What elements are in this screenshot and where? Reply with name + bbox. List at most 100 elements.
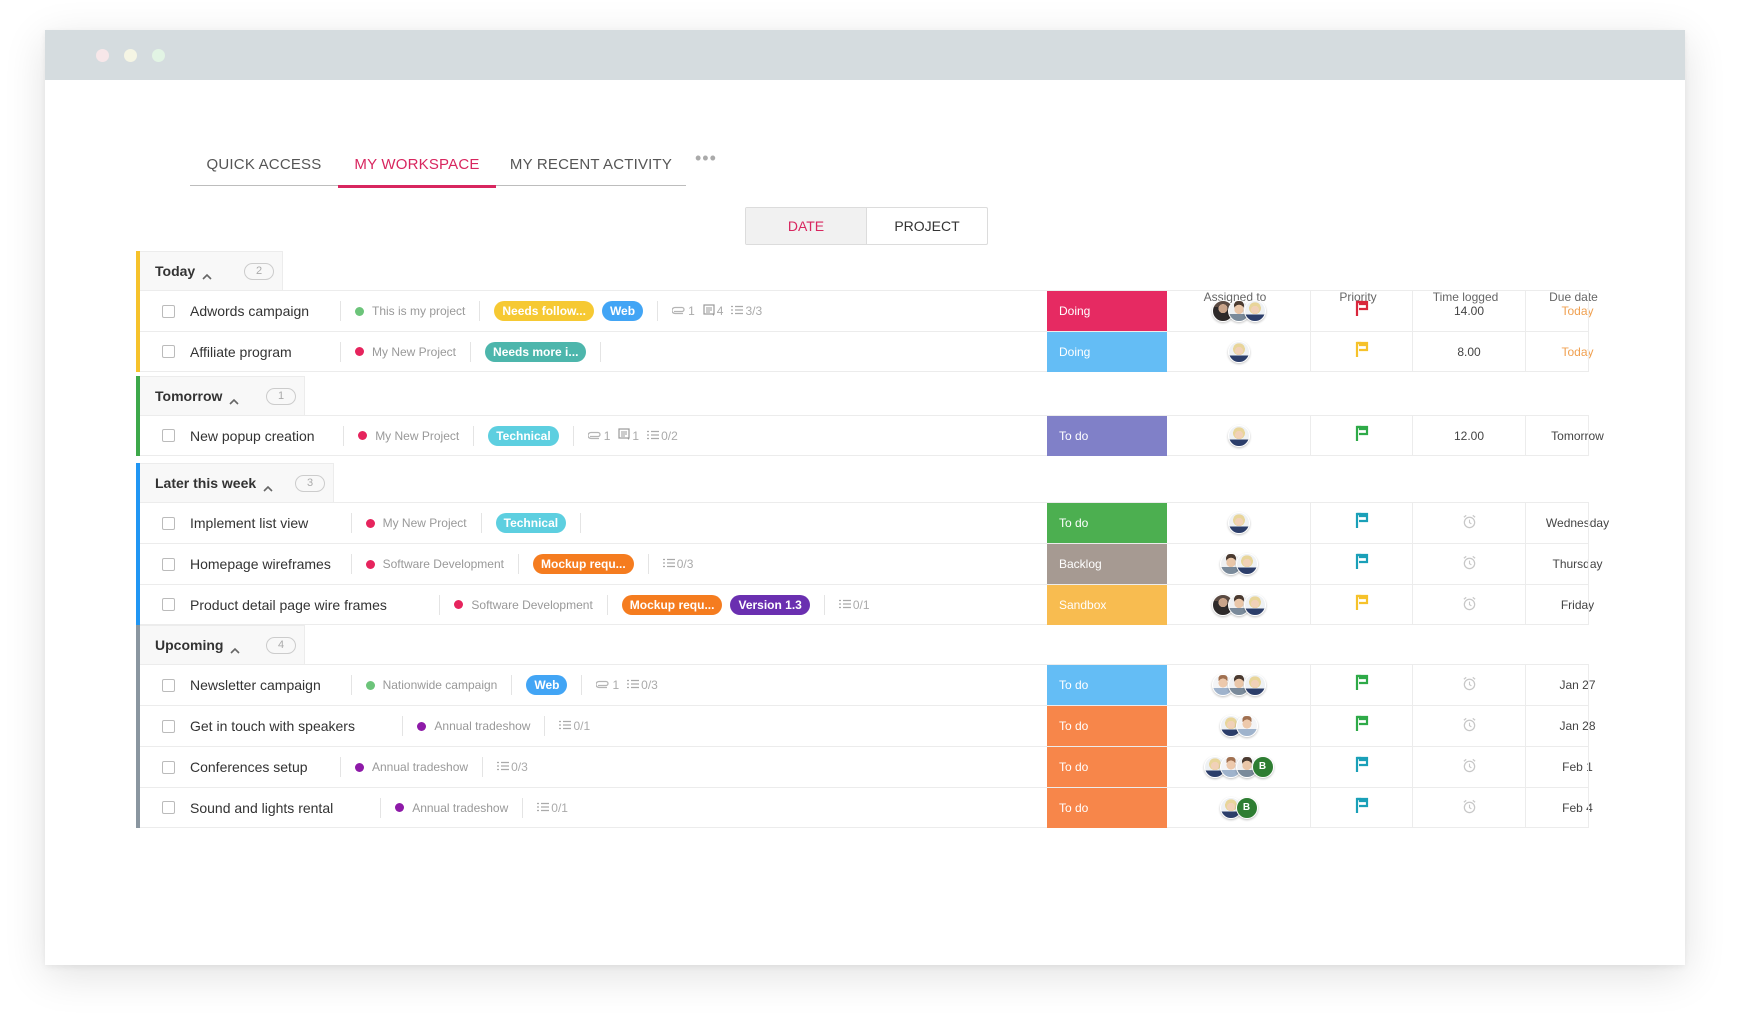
project-link[interactable]: Annual tradeshow (417, 719, 530, 733)
project-link[interactable]: My New Project (358, 429, 459, 443)
task-row[interactable]: Implement list view My New Project Technic… (140, 502, 1609, 543)
time-logged[interactable] (1413, 503, 1526, 543)
more-tabs-icon[interactable]: ••• (695, 148, 717, 169)
group-header[interactable]: Later this week 3 (140, 463, 334, 502)
task-name[interactable]: Product detail page wire frames (190, 597, 387, 613)
checklist-count[interactable]: 3/3 (731, 304, 762, 318)
due-date[interactable]: Jan 27 (1526, 665, 1629, 705)
task-name[interactable]: Newsletter campaign (190, 677, 321, 693)
time-logged[interactable]: 8.00 (1413, 331, 1526, 372)
chevron-up-icon[interactable] (263, 479, 273, 492)
task-name[interactable]: Get in touch with speakers (190, 718, 355, 734)
project-link[interactable]: My New Project (355, 345, 456, 359)
task-name[interactable]: Implement list view (190, 515, 308, 531)
tag-badge[interactable]: Mockup requ... (621, 594, 723, 615)
priority-flag[interactable] (1311, 706, 1413, 746)
task-name[interactable]: Sound and lights rental (190, 800, 333, 816)
status-badge[interactable]: Doing (1047, 291, 1167, 331)
attachments-count[interactable]: 1 (587, 429, 610, 443)
priority-flag[interactable] (1311, 665, 1413, 705)
priority-flag[interactable] (1311, 291, 1413, 331)
chevron-up-icon[interactable] (230, 641, 241, 654)
attachments-count[interactable]: 1 (595, 678, 619, 692)
checklist-count[interactable]: 0/1 (838, 598, 870, 612)
task-checkbox[interactable] (162, 801, 175, 814)
project-link[interactable]: Nationwide campaign (365, 678, 497, 692)
task-row[interactable]: Conferences setup Annual tradeshow 0/3 To d… (140, 746, 1593, 787)
due-date[interactable]: Feb 4 (1526, 788, 1629, 828)
tab-my-workspace[interactable]: MY WORKSPACE (338, 142, 496, 188)
chevron-up-icon[interactable] (202, 267, 212, 280)
time-logged[interactable] (1413, 665, 1526, 705)
checklist-count[interactable]: 0/3 (662, 557, 693, 571)
priority-flag[interactable] (1311, 503, 1413, 543)
group-header[interactable]: Tomorrow 1 (140, 376, 305, 415)
tag-badge[interactable]: Web (601, 301, 644, 321)
group-header[interactable]: Today 2 (140, 251, 283, 290)
time-logged[interactable] (1413, 787, 1526, 828)
checklist-count[interactable]: 0/1 (537, 801, 568, 815)
status-badge[interactable]: To do (1047, 503, 1167, 543)
task-checkbox[interactable] (162, 719, 175, 733)
time-logged[interactable] (1413, 544, 1526, 584)
checklist-count[interactable]: 0/2 (647, 429, 678, 443)
avatar-initial[interactable]: B (1251, 756, 1274, 778)
task-checkbox[interactable] (162, 760, 175, 774)
tag-badge[interactable]: Version 1.3 (730, 594, 810, 615)
tag-badge[interactable]: Needs more i... (485, 341, 587, 362)
task-row[interactable]: Product detail page wire frames Software … (140, 584, 1594, 625)
tag-badge[interactable]: Mockup requ... (533, 554, 634, 574)
avatar[interactable] (1227, 424, 1250, 447)
task-name[interactable]: Affiliate program (190, 344, 292, 360)
avatar[interactable] (1243, 674, 1266, 696)
due-date[interactable]: Feb 1 (1526, 747, 1629, 787)
task-name[interactable]: New popup creation (190, 428, 315, 444)
tab-quick-access[interactable]: QUICK ACCESS (190, 142, 338, 186)
task-row[interactable]: Get in touch with speakers Annual tradesh… (140, 705, 1596, 746)
task-row[interactable]: Adwords campaign This is my project Needs … (140, 290, 1594, 331)
due-date[interactable]: Wednesday (1526, 503, 1629, 543)
view-by-project-button[interactable]: PROJECT (867, 208, 987, 244)
comments-count[interactable]: 4 (703, 303, 723, 319)
avatar[interactable] (1235, 715, 1258, 737)
tag-badge[interactable]: Needs follow... (494, 301, 594, 321)
tab-my-recent-activity[interactable]: MY RECENT ACTIVITY (496, 142, 686, 186)
due-date[interactable]: Today (1526, 291, 1629, 331)
tag-badge[interactable]: Technical (488, 425, 559, 446)
view-by-date-button[interactable]: DATE (746, 208, 867, 244)
priority-flag[interactable] (1311, 787, 1413, 828)
attachments-count[interactable]: 1 (671, 304, 695, 318)
avatar-initial[interactable]: B (1235, 796, 1258, 819)
task-row[interactable]: Sound and lights rental Annual tradeshow 0… (140, 787, 1593, 828)
priority-flag[interactable] (1311, 544, 1413, 584)
due-date[interactable]: Friday (1526, 585, 1629, 625)
status-badge[interactable]: To do (1047, 665, 1167, 705)
avatar[interactable] (1227, 340, 1250, 363)
avatar[interactable] (1243, 300, 1266, 322)
task-name[interactable]: Adwords campaign (190, 303, 309, 319)
minimize-window-button[interactable] (124, 49, 137, 62)
project-link[interactable]: Software Development (365, 557, 504, 571)
status-badge[interactable]: Backlog (1047, 544, 1167, 584)
priority-flag[interactable] (1311, 331, 1413, 372)
task-row[interactable]: Homepage wireframes Software Development M… (140, 543, 1603, 584)
tag-badge[interactable]: Technical (495, 513, 567, 533)
maximize-window-button[interactable] (152, 49, 165, 62)
project-link[interactable]: Annual tradeshow (395, 801, 508, 815)
status-badge[interactable]: To do (1047, 747, 1167, 787)
avatar[interactable] (1235, 553, 1258, 575)
time-logged[interactable] (1413, 747, 1526, 787)
project-link[interactable]: Annual tradeshow (355, 760, 468, 774)
task-row[interactable]: Newsletter campaign Nationwide campaign We… (140, 664, 1596, 705)
task-checkbox[interactable] (162, 345, 175, 358)
status-badge[interactable]: Doing (1047, 331, 1167, 372)
comments-count[interactable]: 1 (618, 428, 639, 443)
close-window-button[interactable] (96, 49, 109, 62)
time-logged[interactable]: 12.00 (1413, 415, 1526, 456)
due-date[interactable]: Today (1526, 332, 1629, 372)
due-date[interactable]: Tomorrow (1526, 416, 1629, 456)
task-name[interactable]: Conferences setup (190, 759, 308, 775)
project-link[interactable]: My New Project (365, 516, 467, 530)
task-checkbox[interactable] (162, 516, 175, 530)
task-checkbox[interactable] (162, 598, 175, 611)
